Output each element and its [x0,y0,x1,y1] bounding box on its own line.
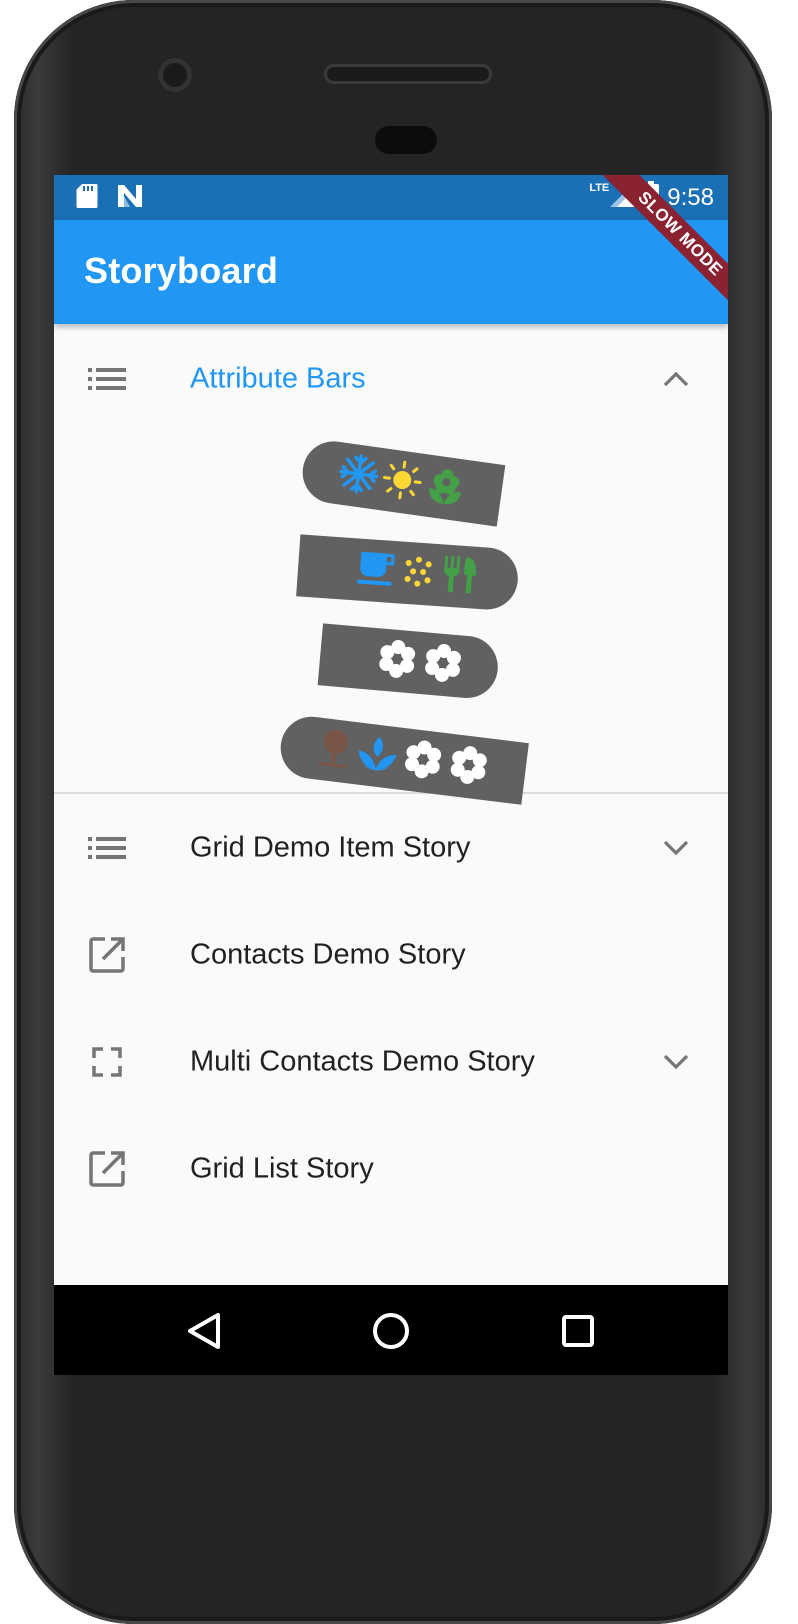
open-in-new-icon [88,1150,126,1188]
restaurant-icon [438,553,481,601]
snowflake-icon [335,451,381,501]
attribute-bar [298,437,506,527]
story-item-multi-contacts-demo[interactable]: Multi Contacts Demo Story [54,1008,728,1115]
network-type-label: LTE [589,181,610,194]
chevron-up-icon[interactable] [662,365,690,393]
front-camera [158,58,192,92]
white-flower-icon [420,640,466,690]
story-list: Attribute Bars Grid Demo Item Story Cont… [54,324,728,1222]
app-bar: Storyboard [54,220,728,324]
page-title: Storyboard [84,250,279,291]
open-in-new-icon [88,936,126,974]
flower-icon [423,463,469,513]
status-time: 9:58 [667,183,714,211]
device-screen: LTE 9:58 SLOW MODE Storyboard Attribute … [54,175,728,1375]
back-icon[interactable] [184,1309,228,1353]
story-label: Multi Contacts Demo Story [190,1045,535,1077]
white-flower-icon [445,741,492,793]
earpiece-speaker [324,64,492,84]
story-label: Attribute Bars [190,362,366,395]
sparkle-icon [399,552,438,595]
proximity-sensor [375,126,437,154]
list-icon [88,360,126,398]
coffee-cup-icon [355,547,398,595]
attribute-bar [277,713,529,805]
white-flower-icon [399,736,446,788]
story-label: Grid List Story [190,1152,374,1184]
sun-icon [379,457,425,507]
attribute-bars-preview [54,434,728,805]
story-item-contacts-demo[interactable]: Contacts Demo Story [54,901,728,1008]
fullscreen-icon [88,1043,126,1081]
chevron-down-icon[interactable] [662,1048,690,1076]
attribute-bar [296,534,520,612]
story-label: Contacts Demo Story [190,938,466,970]
home-icon[interactable] [369,1309,413,1353]
lotus-icon [353,730,400,782]
sd-card-icon [76,183,98,214]
attribute-bar [317,623,501,701]
n-notification-icon [116,183,144,214]
white-flower-icon [374,636,420,686]
chevron-down-icon[interactable] [662,834,690,862]
story-item-grid-list[interactable]: Grid List Story [54,1115,728,1222]
tree-icon [314,725,355,776]
story-label: Grid Demo Item Story [190,831,471,863]
list-icon [88,829,126,867]
recents-icon[interactable] [556,1309,600,1353]
story-item-grid-demo-item[interactable]: Grid Demo Item Story [54,794,728,901]
system-nav-bar [54,1285,728,1375]
story-item-attribute-bars[interactable]: Attribute Bars [54,324,728,434]
